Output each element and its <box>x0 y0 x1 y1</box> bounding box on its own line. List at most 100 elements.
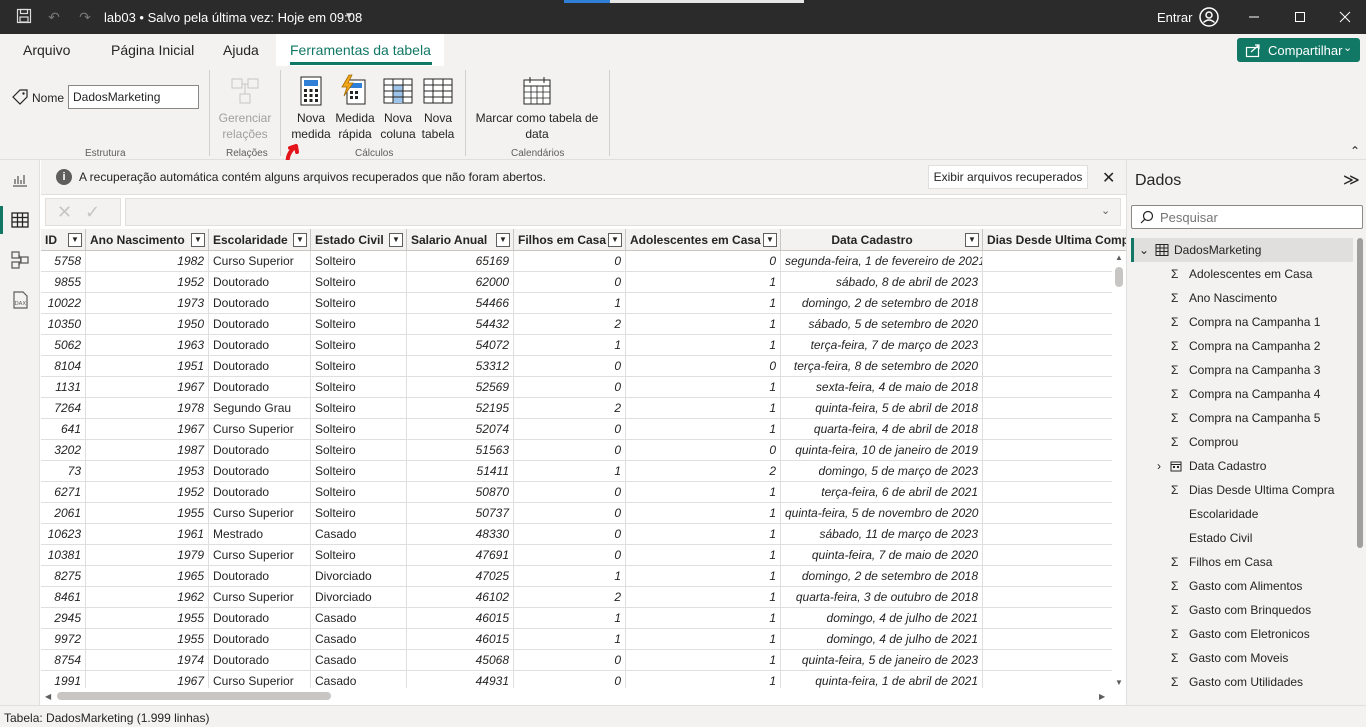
table-cell[interactable]: Solteiro <box>311 272 407 293</box>
table-cell[interactable]: 44931 <box>407 671 514 688</box>
table-cell[interactable]: 0 <box>514 251 626 272</box>
table-cell[interactable] <box>983 461 1126 482</box>
field-item[interactable]: Escolaridade <box>1189 502 1258 526</box>
table-cell[interactable]: 5062 <box>41 335 86 356</box>
table-cell[interactable]: Curso Superior <box>209 503 311 524</box>
table-cell[interactable]: 0 <box>626 251 781 272</box>
table-cell[interactable]: Curso Superior <box>209 545 311 566</box>
table-cell[interactable]: quinta-feira, 5 de janeiro de 2023 <box>781 650 983 671</box>
table-cell[interactable]: 50737 <box>407 503 514 524</box>
table-cell[interactable]: 8275 <box>41 566 86 587</box>
undo-icon[interactable]: ↶ <box>45 8 63 26</box>
table-cell[interactable]: 10381 <box>41 545 86 566</box>
table-cell[interactable]: 8104 <box>41 356 86 377</box>
table-cell[interactable] <box>983 419 1126 440</box>
table-cell[interactable]: Doutorado <box>209 608 311 629</box>
scroll-right-icon[interactable]: ▶ <box>1099 692 1105 701</box>
table-cell[interactable]: 1 <box>514 566 626 587</box>
collapse-pane-icon[interactable]: ≫ <box>1343 170 1360 190</box>
table-cell[interactable]: 1953 <box>86 461 209 482</box>
table-row[interactable]: 3202 1987 Doutorado Solteiro 51563 0 0 quinta-f… <box>41 440 1126 461</box>
show-recovered-files-button[interactable]: Exibir arquivos recuperados <box>928 165 1088 189</box>
column-header[interactable]: Filhos em Casa ▼ <box>514 229 626 251</box>
table-row[interactable]: 2945 1955 Doutorado Casado 46015 1 1 domingo, 4… <box>41 608 1126 629</box>
table-cell[interactable]: 6271 <box>41 482 86 503</box>
table-cell[interactable] <box>983 629 1126 650</box>
filter-dropdown-icon[interactable]: ▼ <box>68 233 82 247</box>
redo-icon[interactable]: ↷ <box>76 8 94 26</box>
field-item[interactable]: Compra na Campanha 3 <box>1189 358 1320 382</box>
table-cell[interactable]: 641 <box>41 419 86 440</box>
table-cell[interactable] <box>983 377 1126 398</box>
table-cell[interactable] <box>983 608 1126 629</box>
table-row[interactable]: 10022 1973 Doutorado Solteiro 54466 1 1 domingo… <box>41 293 1126 314</box>
vertical-scrollbar[interactable]: ▲ ▼ <box>1112 251 1126 688</box>
field-item[interactable]: Gasto com Utilidades <box>1189 670 1303 694</box>
table-cell[interactable] <box>983 545 1126 566</box>
filter-dropdown-icon[interactable]: ▼ <box>293 233 307 247</box>
table-cell[interactable]: 1 <box>626 335 781 356</box>
table-cell[interactable]: Doutorado <box>209 461 311 482</box>
table-cell[interactable] <box>983 524 1126 545</box>
expand-chevron-icon[interactable]: › <box>1157 454 1161 478</box>
new-measure-button[interactable]: Nova medida <box>290 72 332 144</box>
table-cell[interactable]: Solteiro <box>311 545 407 566</box>
table-cell[interactable] <box>983 503 1126 524</box>
table-cell[interactable] <box>983 293 1126 314</box>
table-cell[interactable]: 1 <box>626 608 781 629</box>
table-row[interactable]: 8754 1974 Doutorado Casado 45068 0 1 quinta-fei… <box>41 650 1126 671</box>
table-cell[interactable]: quinta-feira, 7 de maio de 2020 <box>781 545 983 566</box>
table-cell[interactable]: 1961 <box>86 524 209 545</box>
table-cell[interactable]: 9855 <box>41 272 86 293</box>
table-cell[interactable]: 1991 <box>41 671 86 688</box>
cancel-formula-icon[interactable]: ✕ <box>57 202 72 223</box>
table-cell[interactable]: quarta-feira, 3 de outubro de 2018 <box>781 587 983 608</box>
table-cell[interactable]: 1 <box>626 524 781 545</box>
table-cell[interactable]: 1955 <box>86 629 209 650</box>
table-cell[interactable]: 1978 <box>86 398 209 419</box>
tab-arquivo[interactable]: Arquivo <box>23 42 70 58</box>
table-row[interactable]: 2061 1955 Curso Superior Solteiro 50737 0 1 qui… <box>41 503 1126 524</box>
table-cell[interactable]: 1131 <box>41 377 86 398</box>
table-cell[interactable]: Doutorado <box>209 440 311 461</box>
table-cell[interactable]: 1 <box>514 629 626 650</box>
formula-input[interactable] <box>125 198 1121 226</box>
new-column-button[interactable]: Nova coluna <box>378 72 418 144</box>
table-cell[interactable]: Solteiro <box>311 314 407 335</box>
field-item[interactable]: Adolescentes em Casa <box>1189 262 1312 286</box>
table-cell[interactable]: 54072 <box>407 335 514 356</box>
table-cell[interactable]: 1 <box>626 293 781 314</box>
table-cell[interactable]: 1962 <box>86 587 209 608</box>
table-row[interactable]: 10350 1950 Doutorado Solteiro 54432 2 1 sábado,… <box>41 314 1126 335</box>
table-cell[interactable]: 0 <box>626 356 781 377</box>
table-cell[interactable]: 9972 <box>41 629 86 650</box>
data-pane-scrollbar[interactable] <box>1355 238 1363 705</box>
table-row[interactable]: 8275 1965 Doutorado Divorciado 47025 1 1 doming… <box>41 566 1126 587</box>
table-row[interactable]: 641 1967 Curso Superior Solteiro 52074 0 1 quar… <box>41 419 1126 440</box>
table-cell[interactable]: Doutorado <box>209 356 311 377</box>
table-cell[interactable]: domingo, 4 de julho de 2021 <box>781 608 983 629</box>
table-cell[interactable]: 1 <box>626 314 781 335</box>
table-cell[interactable]: 0 <box>514 440 626 461</box>
column-header[interactable]: Data Cadastro ▼ <box>781 229 983 251</box>
table-cell[interactable]: domingo, 5 de março de 2023 <box>781 461 983 482</box>
table-cell[interactable]: Divorciado <box>311 566 407 587</box>
table-cell[interactable]: 1 <box>514 293 626 314</box>
table-cell[interactable] <box>983 251 1126 272</box>
table-cell[interactable]: sábado, 5 de setembro de 2020 <box>781 314 983 335</box>
table-cell[interactable]: quinta-feira, 10 de janeiro de 2019 <box>781 440 983 461</box>
table-cell[interactable]: 1 <box>626 503 781 524</box>
filter-dropdown-icon[interactable]: ▼ <box>965 233 979 247</box>
table-cell[interactable]: 1 <box>514 461 626 482</box>
table-cell[interactable]: 1 <box>626 650 781 671</box>
table-cell[interactable]: 50870 <box>407 482 514 503</box>
table-cell[interactable]: 0 <box>514 650 626 671</box>
table-cell[interactable]: 1965 <box>86 566 209 587</box>
table-cell[interactable]: Solteiro <box>311 293 407 314</box>
table-cell[interactable]: 52195 <box>407 398 514 419</box>
field-item[interactable]: Dias Desde Ultima Compra <box>1189 478 1334 502</box>
table-cell[interactable]: 1987 <box>86 440 209 461</box>
table-cell[interactable]: Solteiro <box>311 482 407 503</box>
table-cell[interactable]: 2061 <box>41 503 86 524</box>
table-cell[interactable]: 54466 <box>407 293 514 314</box>
